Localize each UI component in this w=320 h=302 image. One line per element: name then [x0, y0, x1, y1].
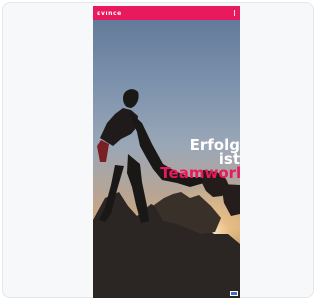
corner-badge-icon	[230, 291, 238, 296]
more-icon[interactable]	[234, 10, 236, 16]
mobile-preview: ɛvınce Erfolg ist Teamwork	[93, 6, 240, 298]
hero-image: Erfolg ist Teamwork	[93, 20, 240, 298]
top-bar: ɛvınce	[93, 6, 240, 20]
brand-logo[interactable]: ɛvınce	[97, 10, 122, 17]
headline-line-3: Teamwork	[160, 164, 240, 182]
hero-headline: Erfolg ist Teamwork	[160, 138, 240, 182]
